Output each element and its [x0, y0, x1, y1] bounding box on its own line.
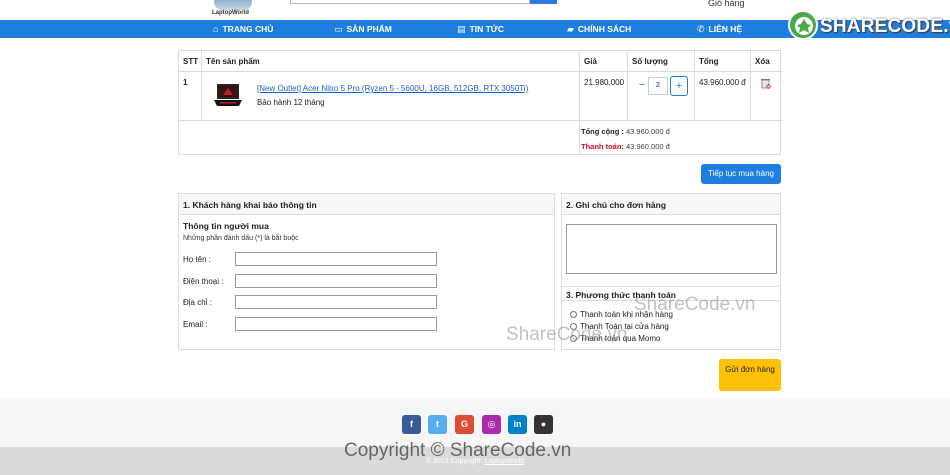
- email-label: Email :: [183, 320, 208, 329]
- instagram-icon[interactable]: ◎: [482, 415, 501, 434]
- summary-total-value: 43.960.000 đ: [626, 127, 670, 136]
- product-name-link[interactable]: [New Outlet] Acer Nitro 5 Pro (Ryzen 5 -…: [257, 84, 528, 93]
- footer: [0, 399, 950, 447]
- row-price: 21.980.000: [580, 72, 628, 121]
- truck-icon: ▰: [567, 24, 574, 34]
- product-warranty: Bảo hành 12 tháng: [257, 98, 325, 107]
- nav-item-contact[interactable]: ✆ LIÊN HỆ: [697, 20, 742, 38]
- logo-text[interactable]: LaptopWorld: [212, 10, 249, 16]
- payment-option-store[interactable]: Thanh Toán tại cửa hàng: [570, 322, 669, 331]
- sharecode-badge-text: SHARECODE.vn: [820, 16, 950, 37]
- logo-image[interactable]: [214, 0, 252, 10]
- payment-option-cod[interactable]: Thanh toán khi nhận hàng: [570, 310, 673, 319]
- qty-minus-button[interactable]: −: [636, 78, 648, 92]
- social-glyph: G: [460, 419, 468, 429]
- nav-label: CHÍNH SÁCH: [577, 24, 632, 34]
- delete-icon[interactable]: [761, 78, 771, 89]
- customer-info-panel: 1. Khách hàng khai báo thông tin Thông t…: [178, 193, 555, 350]
- social-glyph: ◎: [487, 419, 496, 429]
- summary-spacer: [179, 121, 580, 155]
- google-icon[interactable]: G: [455, 415, 474, 434]
- col-header-delete: Xóa: [751, 51, 782, 72]
- required-note: Những phần đánh dấu (*) là bắt buộc: [183, 235, 299, 242]
- summary-pay-label: Thanh toán:: [581, 142, 624, 151]
- copyright-text: © 2023 Copyright: LaptopWorld: [0, 458, 950, 465]
- name-field[interactable]: [235, 252, 437, 266]
- github-icon[interactable]: ●: [534, 415, 553, 434]
- col-header-stt: STT: [179, 51, 202, 72]
- address-field[interactable]: [235, 295, 437, 309]
- order-note-textarea[interactable]: [566, 224, 777, 274]
- order-note-panel: 2. Ghi chú cho đơn hàng 3. Phương thức t…: [561, 193, 781, 350]
- buyer-info-subtitle: Thông tin người mua: [183, 221, 269, 231]
- social-glyph: in: [513, 419, 522, 429]
- newspaper-icon: ▤: [457, 24, 466, 34]
- radio-icon[interactable]: [570, 323, 577, 330]
- sharecode-badge: SHARECODE.vn: [788, 8, 950, 44]
- phone-icon: ✆: [697, 24, 705, 34]
- order-note-title: 2. Ghi chú cho đơn hàng: [562, 194, 780, 215]
- quantity-stepper: − 2 +: [628, 72, 695, 121]
- twitter-icon[interactable]: t: [428, 415, 447, 434]
- nav-label: TIN TỨC: [469, 24, 504, 34]
- col-header-total: Tổng: [695, 51, 751, 72]
- copyright-label: © 2023 Copyright:: [425, 458, 483, 465]
- col-header-qty: Số lượng: [628, 51, 695, 72]
- submit-order-button[interactable]: Gửi đơn hàng: [719, 359, 781, 391]
- nav-label: TRANG CHỦ: [222, 24, 274, 34]
- quantity-input[interactable]: 2: [648, 77, 668, 95]
- summary-total-label: Tổng cộng :: [581, 127, 624, 136]
- payment-option-momo[interactable]: Thanh toán qua Momo: [570, 334, 661, 343]
- phone-field[interactable]: [235, 274, 437, 288]
- row-stt: 1: [179, 72, 202, 121]
- social-glyph: f: [410, 419, 413, 429]
- payment-option-label: Thanh Toán tại cửa hàng: [580, 322, 669, 331]
- home-icon: ⌂: [213, 24, 219, 34]
- order-summary: Tổng cộng : 43.960.000 đ Thanh toán: 43.…: [581, 124, 670, 154]
- nav-item-policy[interactable]: ▰ CHÍNH SÁCH: [567, 20, 631, 38]
- nav-label: LIÊN HỆ: [708, 24, 743, 34]
- phone-label: Điện thoại :: [183, 277, 224, 286]
- laptop-icon: ▭: [334, 24, 343, 34]
- nav-item-home[interactable]: ⌂ TRANG CHỦ: [213, 20, 273, 38]
- radio-icon[interactable]: [570, 335, 577, 342]
- address-label: Địa chỉ :: [183, 298, 212, 307]
- social-glyph: t: [436, 419, 439, 429]
- facebook-icon[interactable]: f: [402, 415, 421, 434]
- sharecode-logo-icon: [788, 10, 818, 40]
- cart-link[interactable]: Giỏ hàng: [708, 0, 745, 8]
- nav-label: SẢN PHẨM: [346, 24, 392, 34]
- payment-option-label: Thanh toán qua Momo: [580, 334, 661, 343]
- search-input[interactable]: [290, 0, 530, 4]
- product-image[interactable]: [212, 81, 244, 113]
- name-label: Họ tên :: [183, 255, 212, 264]
- table-row-product: [New Outlet] Acer Nitro 5 Pro (Ryzen 5 -…: [202, 72, 580, 121]
- cart-table: STT Tên sản phẩm Giá Số lượng Tổng Xóa 1…: [178, 50, 782, 155]
- social-glyph: ●: [540, 419, 547, 429]
- payment-option-label: Thanh toán khi nhận hàng: [580, 310, 673, 319]
- linkedin-icon[interactable]: in: [508, 415, 527, 434]
- email-field[interactable]: [235, 317, 437, 331]
- col-header-price: Giá: [580, 51, 628, 72]
- nav-item-news[interactable]: ▤ TIN TỨC: [457, 20, 504, 38]
- nav-item-products[interactable]: ▭ SẢN PHẨM: [334, 20, 392, 38]
- continue-shopping-button[interactable]: Tiếp tục mua hàng: [701, 164, 781, 184]
- search-button[interactable]: [530, 0, 557, 4]
- row-delete: [751, 72, 782, 121]
- customer-info-title: 1. Khách hàng khai báo thông tin: [179, 194, 554, 215]
- summary-pay-value: 43.960.000 đ: [626, 142, 670, 151]
- col-header-name: Tên sản phẩm: [202, 51, 580, 72]
- copyright-link[interactable]: LaptopWorld: [484, 458, 524, 465]
- row-total: 43.960.000 đ: [695, 72, 751, 121]
- payment-method-title: 3. Phương thức thanh toán: [562, 286, 780, 301]
- radio-icon[interactable]: [570, 311, 577, 318]
- qty-plus-button[interactable]: +: [670, 76, 688, 96]
